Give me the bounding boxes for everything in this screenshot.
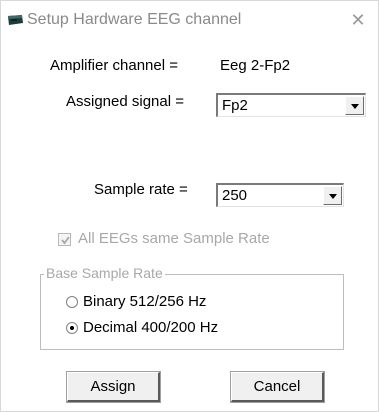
radio-decimal[interactable] — [66, 322, 78, 334]
assigned-signal-value: Fp2 — [222, 97, 248, 114]
assigned-signal-dropdown-button[interactable] — [345, 96, 364, 115]
radio-binary[interactable] — [66, 296, 78, 308]
sample-rate-label: Sample rate = — [94, 181, 188, 198]
radio-binary-label: Binary 512/256 Hz — [83, 293, 207, 310]
amplifier-channel-value: Eeg 2-Fp2 — [220, 57, 291, 74]
radio-decimal-label: Decimal 400/200 Hz — [83, 319, 219, 336]
same-sample-rate-checkbox[interactable] — [58, 233, 71, 246]
same-sample-rate-label: All EEGs same Sample Rate — [78, 230, 270, 247]
assigned-signal-label: Assigned signal = — [66, 93, 184, 110]
title-bar: Setup Hardware EEG channel ✕ — [1, 1, 378, 41]
sample-rate-value: 250 — [222, 187, 248, 204]
radio-selected-dot — [70, 326, 74, 330]
setup-hardware-eeg-dialog: Setup Hardware EEG channel ✕ Amplifier c… — [0, 0, 379, 412]
chevron-down-icon — [329, 194, 337, 199]
amplifier-channel-label: Amplifier channel = — [50, 57, 178, 74]
eeg-device-icon — [6, 13, 24, 25]
assigned-signal-select[interactable]: Fp2 — [216, 93, 366, 117]
checkmark-icon — [61, 236, 70, 245]
sample-rate-dropdown-button[interactable] — [323, 186, 342, 205]
base-sample-rate-group — [40, 274, 344, 350]
window-title: Setup Hardware EEG channel — [27, 11, 242, 28]
chevron-down-icon — [351, 104, 359, 109]
assign-button[interactable]: Assign — [66, 371, 161, 403]
base-sample-rate-group-title: Base Sample Rate — [44, 265, 165, 281]
cancel-button[interactable]: Cancel — [230, 371, 325, 403]
close-button[interactable]: ✕ — [347, 9, 369, 31]
sample-rate-select[interactable]: 250 — [216, 183, 344, 207]
